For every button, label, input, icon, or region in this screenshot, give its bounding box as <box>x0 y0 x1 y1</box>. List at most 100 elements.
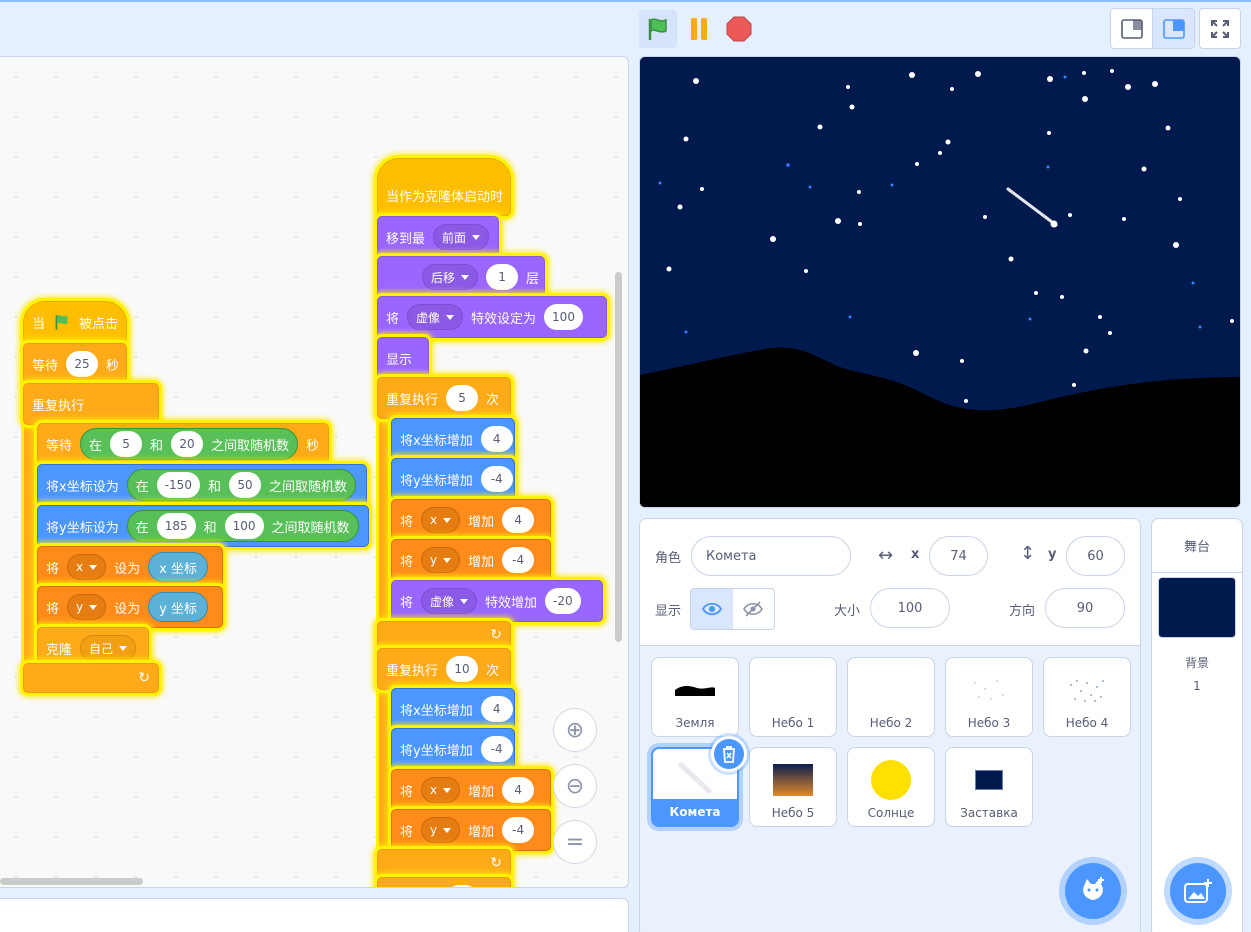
change-y-block[interactable]: 将y坐标增加 -4 <box>391 728 515 770</box>
add-sprite-button[interactable] <box>1065 863 1121 919</box>
number-input[interactable]: 4 <box>480 426 513 452</box>
effect-dropdown[interactable]: 虚像 <box>407 304 464 330</box>
number-input[interactable]: 100 <box>224 513 264 539</box>
zoom-in-button[interactable]: ⊕ <box>553 708 597 752</box>
delete-sprite-button[interactable] <box>711 736 747 772</box>
variable-dropdown[interactable]: x <box>67 554 107 580</box>
horizontal-scrollbar[interactable] <box>0 878 143 885</box>
number-input[interactable]: 4 <box>502 777 535 803</box>
set-x-block[interactable]: 将x坐标设为 在 -150 和 50 之间取随机数 <box>37 464 367 506</box>
size-input[interactable]: 100 <box>870 588 950 628</box>
pick-random-reporter[interactable]: 在 -150 和 50 之间取随机数 <box>126 469 356 501</box>
pick-random-reporter[interactable]: 在 185 和 100 之间取随机数 <box>126 510 359 542</box>
sprite-tile[interactable]: Небо 3 <box>945 657 1033 737</box>
pick-random-reporter[interactable]: 在 5 和 20 之间取随机数 <box>80 428 299 460</box>
number-input[interactable]: -4 <box>502 547 535 573</box>
sprite-tile[interactable]: Заставка <box>945 747 1033 827</box>
fullscreen-button[interactable] <box>1199 8 1241 49</box>
number-input[interactable]: 10 <box>446 656 479 682</box>
number-input[interactable]: 4 <box>480 696 513 722</box>
variable-dropdown[interactable]: y <box>421 547 461 573</box>
when-flag-clicked-block[interactable]: 当 被点击 <box>23 301 127 343</box>
number-input[interactable]: -4 <box>480 736 513 762</box>
change-variable-x-block[interactable]: 将 x 增加 4 <box>391 769 551 811</box>
stage-canvas[interactable] <box>639 56 1241 508</box>
vertical-scrollbar[interactable] <box>615 272 622 642</box>
add-backdrop-button[interactable] <box>1170 863 1226 919</box>
trash-icon <box>723 746 735 763</box>
layer-dropdown[interactable]: 前面 <box>433 224 490 250</box>
change-variable-y-block[interactable]: 将 y 增加 -4 <box>391 809 551 851</box>
x-position-reporter[interactable]: x 坐标 <box>148 552 208 582</box>
normal-stage-button[interactable] <box>1152 9 1194 48</box>
show-sprite-button[interactable] <box>691 589 733 629</box>
number-input[interactable]: -4 <box>480 466 513 492</box>
x-input[interactable]: 74 <box>929 536 988 576</box>
change-x-block[interactable]: 将x坐标增加 4 <box>391 688 515 730</box>
zoom-reset-button[interactable]: = <box>553 820 597 864</box>
small-stage-button[interactable] <box>1111 9 1152 48</box>
repeat-block[interactable]: 重复执行 5 次 <box>377 877 511 887</box>
sprite-tile[interactable]: Небо 1 <box>749 657 837 737</box>
number-input[interactable]: 1 <box>486 264 519 290</box>
sprite-name-input[interactable]: Комета <box>691 536 851 576</box>
hide-sprite-button[interactable] <box>733 589 775 629</box>
number-input[interactable]: 5 <box>446 385 479 411</box>
direction-dropdown[interactable]: 后移 <box>422 264 479 290</box>
repeat-block[interactable]: 重复执行 10 次 <box>377 648 511 690</box>
repeat-end: ↻ <box>377 621 511 649</box>
change-variable-x-block[interactable]: 将 x 增加 4 <box>391 499 551 541</box>
zoom-out-button[interactable]: ⊖ <box>553 764 597 808</box>
set-variable-x-block[interactable]: 将 x 设为 x 坐标 <box>37 546 223 588</box>
sprite-tile[interactable]: Небо 4 <box>1043 657 1131 737</box>
number-input[interactable]: -4 <box>502 817 535 843</box>
code-workspace[interactable]: 当 被点击 等待 25 秒 重复执行 等待 在 5 和 20 之间取随机数 秒 … <box>0 56 629 888</box>
variable-dropdown[interactable]: x <box>421 507 461 533</box>
direction-input[interactable]: 90 <box>1045 588 1125 628</box>
variable-dropdown[interactable]: x <box>421 777 461 803</box>
stage-selector[interactable]: 舞台 背景 1 <box>1151 518 1243 932</box>
change-x-block[interactable]: 将x坐标增加 4 <box>391 418 515 460</box>
sprite-tile[interactable]: Земля <box>651 657 739 737</box>
number-input[interactable]: 25 <box>66 351 99 377</box>
number-input[interactable]: 185 <box>156 513 196 539</box>
change-effect-block[interactable]: 将 虚像 特效增加 -20 <box>391 580 603 622</box>
number-input[interactable]: -20 <box>545 588 581 614</box>
number-input[interactable]: -150 <box>156 472 200 498</box>
set-y-block[interactable]: 将y坐标设为 在 185 和 100 之间取随机数 <box>37 505 369 547</box>
zoom-out-icon: ⊖ <box>565 773 585 799</box>
go-back-layers-block[interactable]: 后移 1 层 <box>377 256 545 298</box>
y-input[interactable]: 60 <box>1066 536 1125 576</box>
when-start-as-clone-block[interactable]: 当作为克隆体启动时 <box>377 158 511 216</box>
show-block[interactable]: 显示 <box>377 337 429 379</box>
set-variable-y-block[interactable]: 将 y 设为 y 坐标 <box>37 586 223 628</box>
sprite-thumbnail <box>848 756 934 804</box>
variable-dropdown[interactable]: y <box>421 817 461 843</box>
number-input[interactable]: 5 <box>446 885 479 887</box>
repeat-block[interactable]: 重复执行 5 次 <box>377 377 511 419</box>
x-value: 74 <box>950 548 967 564</box>
stop-button[interactable] <box>720 10 758 48</box>
sprite-tile[interactable]: Небо 5 <box>749 747 837 827</box>
number-input[interactable]: 50 <box>228 472 261 498</box>
wait-block[interactable]: 等待 25 秒 <box>23 343 127 385</box>
number-input[interactable]: 20 <box>171 431 204 457</box>
variable-dropdown[interactable]: y <box>67 594 107 620</box>
y-position-reporter[interactable]: y 坐标 <box>148 592 208 622</box>
forever-block[interactable]: 重复执行 <box>23 383 159 425</box>
sprite-tile[interactable]: Солнце <box>847 747 935 827</box>
clone-target-dropdown[interactable]: 自己 <box>80 635 137 661</box>
pause-button[interactable] <box>680 10 718 48</box>
number-input[interactable]: 5 <box>110 431 143 457</box>
change-variable-y-block[interactable]: 将 y 增加 -4 <box>391 539 551 581</box>
set-effect-block[interactable]: 将 虚像 特效设定为 100 <box>377 296 607 338</box>
number-input[interactable]: 100 <box>544 304 583 330</box>
number-input[interactable]: 4 <box>502 507 535 533</box>
sprite-tile[interactable]: Небо 2 <box>847 657 935 737</box>
go-to-layer-block[interactable]: 移到最 前面 <box>377 216 499 258</box>
green-flag-button[interactable] <box>639 10 677 48</box>
block-text: 将 <box>400 554 414 570</box>
change-y-block[interactable]: 将y坐标增加 -4 <box>391 458 515 500</box>
wait-random-block[interactable]: 等待 在 5 和 20 之间取随机数 秒 <box>37 423 329 465</box>
effect-dropdown[interactable]: 虚像 <box>421 588 478 614</box>
